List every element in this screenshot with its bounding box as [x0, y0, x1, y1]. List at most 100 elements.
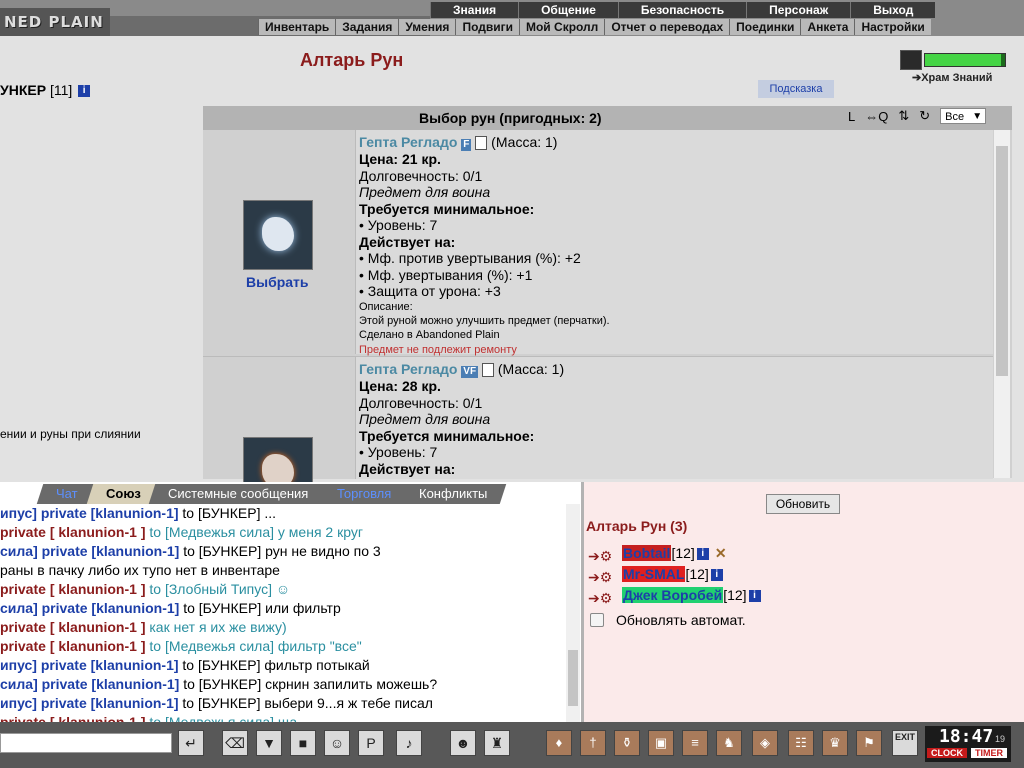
save-icon[interactable]: ■	[290, 730, 316, 756]
chat-target[interactable]: to [БУНКЕР]	[183, 676, 261, 692]
choose-button[interactable]: Выбрать	[246, 274, 309, 290]
chat-input[interactable]	[0, 733, 172, 753]
scroll-icon[interactable]: ≡	[682, 730, 708, 756]
chat-target[interactable]: to [БУНКЕР]	[183, 543, 261, 559]
battle-icon[interactable]: ✕	[715, 545, 727, 561]
nav-transfer-report[interactable]: Отчет о переводах	[604, 19, 729, 35]
nav-quests[interactable]: Задания	[335, 19, 398, 35]
chat-prefix[interactable]: сила]	[0, 543, 38, 559]
nav-settings[interactable]: Настройки	[854, 19, 930, 35]
chat-nick[interactable]: private [klanunion-1]	[41, 505, 179, 521]
player-name[interactable]: Mr-SMAL	[622, 566, 686, 582]
nav-profile[interactable]: Анкета	[800, 19, 854, 35]
timer-label[interactable]: TIMER	[971, 748, 1007, 758]
bag-icon[interactable]: ♦	[546, 730, 572, 756]
chat-prefix[interactable]: сила]	[0, 600, 38, 616]
sword-icon[interactable]: †	[580, 730, 606, 756]
sort-quality-button[interactable]: ⇔Q	[865, 109, 888, 124]
sort-level-button[interactable]: L	[848, 109, 855, 124]
clock-label[interactable]: CLOCK	[927, 748, 967, 758]
clan-icon[interactable]: ♛	[822, 730, 848, 756]
chat-prefix[interactable]: private	[0, 581, 46, 597]
eraser-icon[interactable]: ⌫	[222, 730, 248, 756]
hint-button[interactable]: Подсказка	[758, 80, 834, 98]
exit-icon[interactable]: EXIT	[892, 730, 918, 756]
nav-knowledge[interactable]: Знания	[430, 2, 518, 18]
tab-system[interactable]: Системные сообщения	[149, 484, 329, 504]
private-icon[interactable]: P	[358, 730, 384, 756]
temple-link[interactable]: ➔Храм Знаний	[912, 71, 992, 84]
scroll-thumb[interactable]	[568, 650, 578, 706]
chat-prefix[interactable]: ипус]	[0, 505, 37, 521]
chat-scrollbar[interactable]	[566, 504, 580, 722]
copy-icon[interactable]	[475, 136, 488, 151]
chat-nick[interactable]: [ klanunion-1 ]	[50, 581, 146, 597]
chat-nick[interactable]: private [klanunion-1]	[42, 676, 180, 692]
auto-refresh[interactable]: Обновлять автомат.	[590, 612, 746, 628]
shield-icon[interactable]: ◈	[752, 730, 778, 756]
tab-trade[interactable]: Торговля	[317, 484, 411, 504]
tab-conflicts[interactable]: Конфликты	[399, 484, 507, 504]
nav-communication[interactable]: Общение	[518, 2, 618, 18]
group-icon[interactable]: ☷	[788, 730, 814, 756]
filter-select[interactable]: Все ▼	[940, 108, 987, 124]
chat-prefix[interactable]: private	[0, 619, 46, 635]
player-icons[interactable]: ➔⚙	[588, 568, 622, 585]
flag-icon[interactable]: ⚑	[856, 730, 882, 756]
bottle-icon[interactable]: ⚱	[614, 730, 640, 756]
nav-achievements[interactable]: Подвиги	[455, 19, 519, 35]
chat-nick[interactable]: private [klanunion-1]	[41, 657, 179, 673]
chat-prefix[interactable]: private	[0, 638, 46, 654]
chat-target[interactable]: to [БУНКЕР]	[182, 657, 260, 673]
send-icon[interactable]: ↵	[178, 730, 204, 756]
chat-prefix[interactable]: сила]	[0, 676, 38, 692]
chat-nick[interactable]: [ klanunion-1 ]	[50, 524, 146, 540]
copy-icon[interactable]	[481, 363, 494, 378]
music-icon[interactable]: ♪	[396, 730, 422, 756]
refresh-button[interactable]: Обновить	[766, 494, 840, 514]
smile-icon[interactable]: ☻	[450, 730, 476, 756]
chat-prefix[interactable]: ипус]	[0, 695, 37, 711]
rune-scrollbar[interactable]	[994, 130, 1010, 478]
info-icon[interactable]: i	[748, 590, 761, 603]
rune-image[interactable]	[243, 200, 313, 270]
player-name[interactable]: Bobtail	[622, 545, 672, 561]
player-name[interactable]: Джек Воробей	[622, 587, 724, 603]
filter-icon[interactable]: ▼	[256, 730, 282, 756]
knight-icon[interactable]: ♞	[716, 730, 742, 756]
sort-order-button[interactable]: ⇅	[898, 108, 909, 124]
chat-nick[interactable]: private [klanunion-1]	[42, 543, 180, 559]
rune-name[interactable]: Гепта Регладо	[359, 361, 457, 377]
info-icon[interactable]: i	[696, 548, 709, 561]
chat-target[interactable]: to [БУНКЕР]	[182, 505, 260, 521]
nav-my-scroll[interactable]: Мой Скролл	[518, 19, 604, 35]
nav-security[interactable]: Безопасность	[617, 2, 746, 18]
helmet-icon[interactable]: ♜	[484, 730, 510, 756]
rune-name[interactable]: Гепта Регладо	[359, 134, 457, 150]
chat-target[interactable]: to [Медвежья сила]	[149, 638, 274, 654]
chat-nick[interactable]: private [klanunion-1]	[42, 600, 180, 616]
nav-skills[interactable]: Умения	[398, 19, 455, 35]
chat-nick[interactable]: private [klanunion-1]	[41, 695, 179, 711]
info-icon[interactable]: i	[710, 569, 723, 582]
nav-exit[interactable]: Выход	[850, 2, 935, 18]
chat-target[interactable]: to [БУНКЕР]	[182, 695, 260, 711]
chat-target[interactable]: to [Медвежья сила]	[149, 524, 274, 540]
player-icons[interactable]: ➔⚙	[588, 547, 622, 564]
chat-nick[interactable]: [ klanunion-1 ]	[50, 638, 146, 654]
nav-fights[interactable]: Поединки	[729, 19, 800, 35]
camera-icon[interactable]	[900, 50, 922, 70]
player-icons[interactable]: ➔⚙	[588, 589, 622, 606]
info-icon[interactable]: i	[78, 85, 91, 98]
scroll-thumb[interactable]	[996, 146, 1008, 376]
chat-target[interactable]: to [БУНКЕР]	[183, 600, 261, 616]
nav-character[interactable]: Персонаж	[746, 2, 850, 18]
person-icon[interactable]: ☺	[324, 730, 350, 756]
chest-icon[interactable]: ▣	[648, 730, 674, 756]
chat-prefix[interactable]: private	[0, 524, 46, 540]
chat-target[interactable]: to [Злобный Типус]	[149, 581, 272, 597]
nav-inventory[interactable]: Инвентарь	[258, 19, 335, 35]
chat-nick[interactable]: [ klanunion-1 ]	[50, 619, 146, 635]
chat-prefix[interactable]: ипус]	[0, 657, 37, 673]
refresh-icon[interactable]: ↻	[919, 108, 930, 124]
